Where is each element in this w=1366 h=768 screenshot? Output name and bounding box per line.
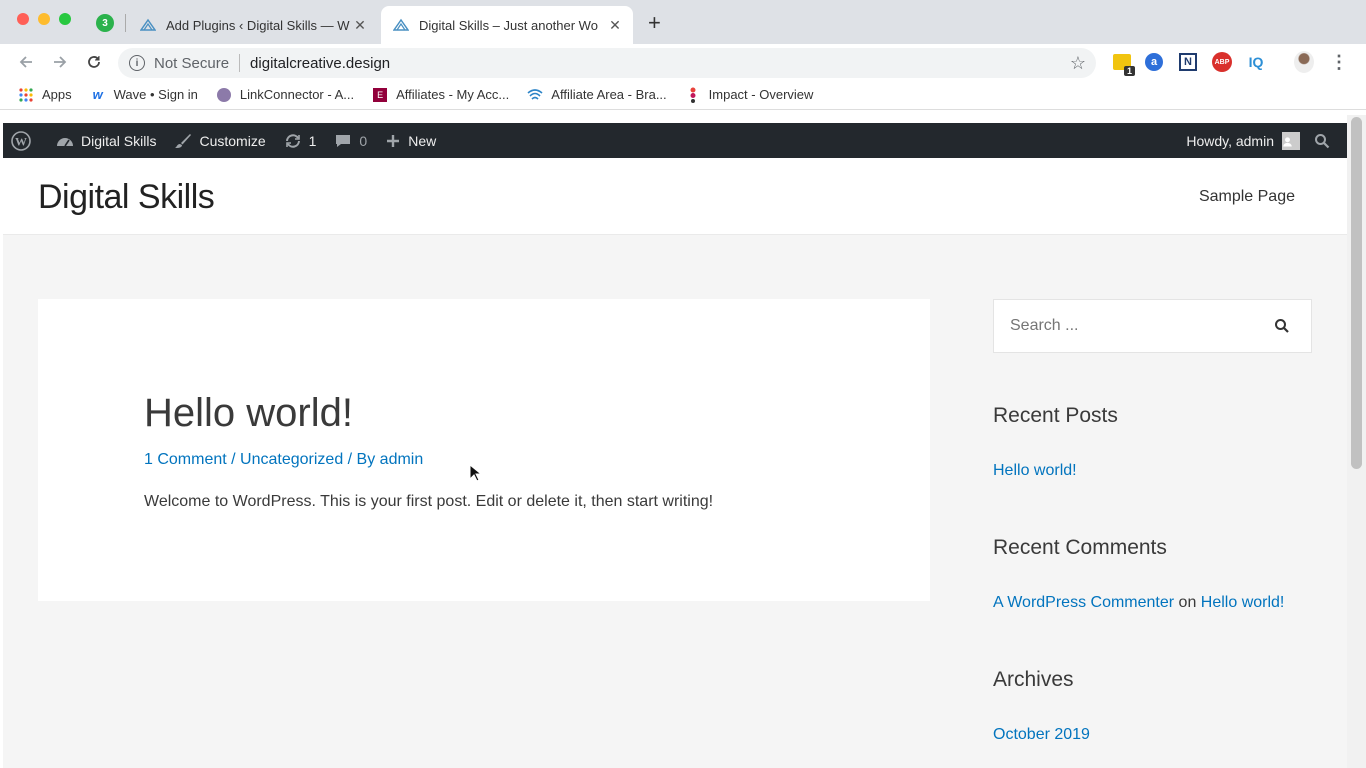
affiliate-icon [527, 87, 543, 103]
arrow-left-icon [19, 56, 32, 68]
tab-digital-skills[interactable]: Digital Skills – Just another Wo ✕ [381, 6, 633, 44]
post-meta: 1 Comment / Uncategorized / By admin [144, 451, 424, 468]
comments-link[interactable]: 1 Comment [144, 451, 227, 468]
security-label: Not Secure [154, 54, 230, 72]
bookmarks-bar: Apps w Wave • Sign in LinkConnector - A.… [0, 80, 1366, 110]
post-excerpt: Welcome to WordPress. This is your first… [144, 493, 714, 510]
admin-avatar [1282, 131, 1300, 150]
minimize-window-button[interactable] [38, 13, 50, 25]
comment-post-link[interactable]: Hello world! [1201, 594, 1285, 611]
scrollbar-thumb[interactable] [1351, 117, 1362, 469]
recent-posts-title: Recent Posts [993, 404, 1118, 427]
admin-site-name[interactable]: Digital Skills [56, 123, 156, 158]
category-link[interactable]: Uncategorized [240, 451, 343, 468]
comment-bubble-icon [336, 134, 351, 147]
aweber-extension-icon[interactable]: a [1143, 51, 1165, 73]
notes-extension-icon[interactable]: 1 [1111, 51, 1135, 76]
info-icon[interactable]: i [129, 55, 145, 71]
bookmark-star-icon[interactable]: ☆ [1070, 53, 1086, 74]
adblock-plus-icon[interactable]: ABP [1211, 51, 1233, 73]
wp-logo-button[interactable]: W [11, 123, 38, 158]
tab-title: Digital Skills – Just another Wo [419, 17, 598, 33]
admin-customize[interactable]: Customize [174, 123, 266, 158]
admin-comments[interactable]: 0 [334, 123, 367, 158]
updates-icon [285, 133, 300, 148]
admin-search[interactable] [1314, 123, 1337, 158]
search-icon[interactable] [1274, 318, 1290, 334]
apps-grid-icon [18, 87, 34, 103]
tab-divider [125, 14, 126, 32]
wp-admin-bar: W Digital Skills Customize 1 0 New Howdy… [3, 123, 1347, 158]
elementor-icon: E [372, 87, 388, 103]
recent-comments-title: Recent Comments [993, 536, 1167, 559]
reload-button[interactable] [83, 51, 105, 73]
tab-close-icon[interactable]: ✕ [352, 17, 368, 34]
url-text[interactable]: digitalcreative.design [250, 55, 390, 72]
forward-button[interactable] [49, 51, 71, 73]
pinned-tab-badge: 3 [102, 17, 108, 29]
bookmark-linkconnector[interactable]: LinkConnector - A... [216, 87, 354, 103]
iq-extension-icon[interactable]: IQ [1245, 51, 1267, 73]
author-link[interactable]: admin [380, 451, 424, 468]
address-bar[interactable]: i Not Secure digitalcreative.design ☆ [118, 48, 1096, 78]
browser-toolbar: i Not Secure digitalcreative.design ☆ 1 … [0, 44, 1366, 80]
site-title[interactable]: Digital Skills [38, 178, 215, 217]
sidebar-search [993, 299, 1312, 353]
search-icon [1315, 133, 1330, 148]
wordpress-icon: W [11, 130, 31, 151]
site-header: Digital Skills Sample Page [3, 158, 1347, 235]
archives-title: Archives [993, 668, 1074, 691]
plus-icon [387, 134, 400, 147]
comment-author-link[interactable]: A WordPress Commenter [993, 594, 1174, 611]
profile-avatar[interactable] [1294, 51, 1314, 73]
reload-icon [88, 56, 100, 68]
mouse-cursor-icon [469, 464, 481, 482]
bookmark-apps[interactable]: Apps [18, 87, 72, 103]
dashboard-icon [57, 137, 73, 146]
impact-icon [685, 87, 701, 103]
bookmark-wave[interactable]: w Wave • Sign in [90, 87, 198, 103]
tab-add-plugins[interactable]: Add Plugins ‹ Digital Skills — W ✕ [128, 6, 378, 44]
notion-extension-icon[interactable]: N [1177, 51, 1199, 73]
bookmark-elementor[interactable]: E Affiliates - My Acc... [372, 87, 509, 103]
omnibox-divider [239, 54, 241, 72]
tab-title: Add Plugins ‹ Digital Skills — W [166, 17, 350, 33]
new-tab-button[interactable]: + [648, 10, 661, 36]
admin-account[interactable]: Howdy, admin [1186, 123, 1300, 158]
search-input[interactable] [1010, 317, 1260, 335]
pinned-tab[interactable]: 3 [96, 14, 114, 32]
tab-close-icon[interactable]: ✕ [607, 17, 623, 34]
paintbrush-icon [175, 133, 192, 148]
recent-post-link[interactable]: Hello world! [993, 462, 1077, 480]
bookmark-impact[interactable]: Impact - Overview [685, 87, 813, 103]
archive-link[interactable]: October 2019 [993, 726, 1090, 744]
recent-comment: A WordPress Commenter on Hello world! [993, 594, 1285, 611]
admin-updates[interactable]: 1 [284, 123, 316, 158]
browser-tabstrip: 3 Add Plugins ‹ Digital Skills — W ✕ Dig… [0, 0, 1366, 44]
admin-new[interactable]: New [385, 123, 436, 158]
close-window-button[interactable] [17, 13, 29, 25]
maximize-window-button[interactable] [59, 13, 71, 25]
site-favicon-icon [393, 17, 409, 33]
linkconnector-icon [216, 87, 232, 103]
menu-item-sample-page[interactable]: Sample Page [1199, 188, 1295, 206]
post-card: Hello world! 1 Comment / Uncategorized /… [38, 299, 930, 601]
arrow-right-icon [54, 56, 67, 68]
page-viewport: W Digital Skills Customize 1 0 New Howdy… [3, 123, 1347, 768]
page-scrollbar[interactable] [1347, 115, 1366, 768]
site-favicon-icon [140, 17, 156, 33]
post-title[interactable]: Hello world! [144, 391, 353, 436]
back-button[interactable] [15, 51, 37, 73]
chrome-menu-icon[interactable]: ⋮ [1330, 52, 1348, 73]
extension-badge: 1 [1123, 66, 1135, 76]
bookmark-affiliate-area[interactable]: Affiliate Area - Bra... [527, 87, 667, 103]
svg-text:W: W [15, 134, 27, 148]
wave-icon: w [92, 87, 103, 102]
